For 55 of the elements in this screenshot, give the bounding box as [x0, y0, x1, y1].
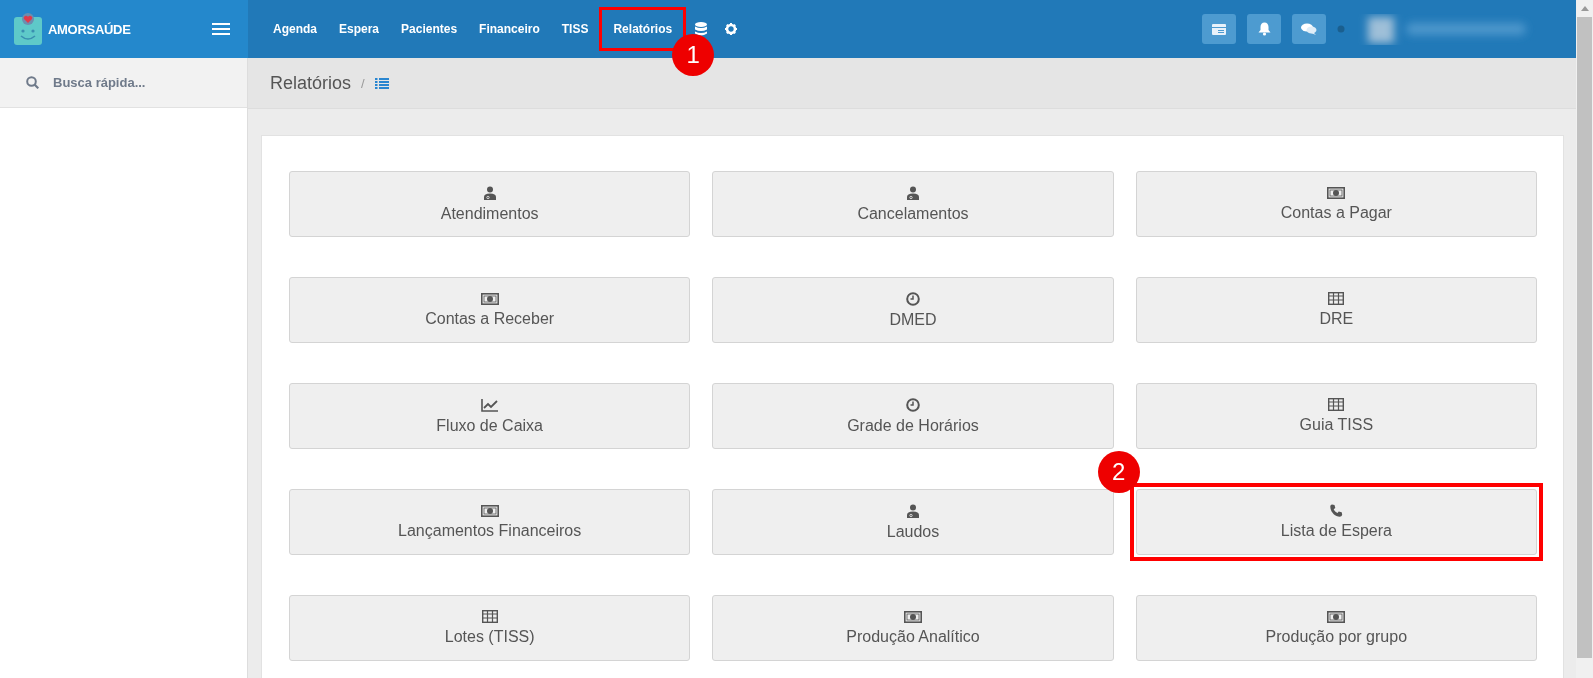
- database-icon[interactable]: [695, 22, 708, 36]
- page-title: Relatórios: [270, 72, 352, 94]
- report-tile[interactable]: Lançamentos Financeiros: [289, 489, 691, 555]
- scrollbar[interactable]: [1576, 0, 1593, 678]
- money-icon: [1327, 186, 1346, 199]
- doctor-icon: [907, 185, 919, 200]
- report-tile[interactable]: Atendimentos: [289, 171, 691, 237]
- smiling-face-logo-icon: [14, 13, 42, 45]
- breadcrumb-separator: /: [361, 75, 365, 91]
- status-dot-icon: [1337, 25, 1345, 33]
- report-tile[interactable]: Contas a Receber: [289, 277, 691, 343]
- nav-link[interactable]: Espera: [328, 14, 391, 44]
- notifications-button[interactable]: [1247, 14, 1281, 44]
- search-bar[interactable]: Busca rápida...: [0, 58, 247, 108]
- callout-badge: 2: [1097, 451, 1140, 493]
- card-list-button[interactable]: [1202, 14, 1236, 44]
- phone-icon: [1329, 504, 1343, 517]
- table-icon: [481, 610, 498, 623]
- card-icon: [1212, 23, 1226, 35]
- report-tile[interactable]: Guia TISS: [1135, 383, 1537, 449]
- money-icon: [904, 610, 922, 623]
- clock-icon: [906, 397, 920, 412]
- table-icon: [1328, 398, 1345, 411]
- report-tile[interactable]: Produção por grupo: [1135, 595, 1537, 661]
- chat-bubbles-icon: [1301, 23, 1317, 35]
- report-tile[interactable]: DMED: [712, 277, 1114, 343]
- report-tile[interactable]: Grade de Horários: [712, 383, 1114, 449]
- report-tile[interactable]: Lista de Espera: [1135, 489, 1537, 555]
- money-icon: [480, 292, 499, 305]
- doctor-icon: [907, 503, 919, 518]
- nav-link[interactable]: Financeiro: [468, 14, 551, 44]
- report-tile[interactable]: Contas a Pagar: [1135, 171, 1537, 237]
- search-icon: [26, 76, 39, 89]
- report-tile[interactable]: Laudos: [712, 489, 1114, 555]
- list-icon[interactable]: [374, 77, 389, 89]
- callout-badge: 1: [672, 34, 715, 76]
- nav-link[interactable]: Pacientes: [390, 14, 469, 44]
- table-icon: [1328, 292, 1345, 305]
- quick-search-field[interactable]: Busca rápida...: [51, 74, 235, 91]
- report-tile[interactable]: DRE: [1135, 277, 1537, 343]
- doctor-icon: [483, 185, 496, 200]
- report-tile[interactable]: Fluxo de Caixa: [289, 383, 691, 449]
- money-icon: [480, 504, 499, 517]
- money-icon: [1327, 610, 1346, 623]
- brand-name: AMORSAÚDE: [48, 21, 131, 37]
- report-tile[interactable]: Lotes (TISS): [289, 595, 691, 661]
- settings-icon[interactable]: [725, 23, 738, 35]
- nav-link[interactable]: Agenda: [262, 14, 328, 44]
- line-chart-icon: [480, 397, 499, 412]
- report-tile[interactable]: Cancelamentos: [712, 171, 1114, 237]
- bell-icon: [1257, 22, 1271, 36]
- report-tile[interactable]: Produção Analítico: [712, 595, 1114, 661]
- chat-button[interactable]: [1292, 14, 1326, 44]
- clock-icon: [906, 291, 920, 306]
- nav-link[interactable]: TISS: [550, 14, 600, 44]
